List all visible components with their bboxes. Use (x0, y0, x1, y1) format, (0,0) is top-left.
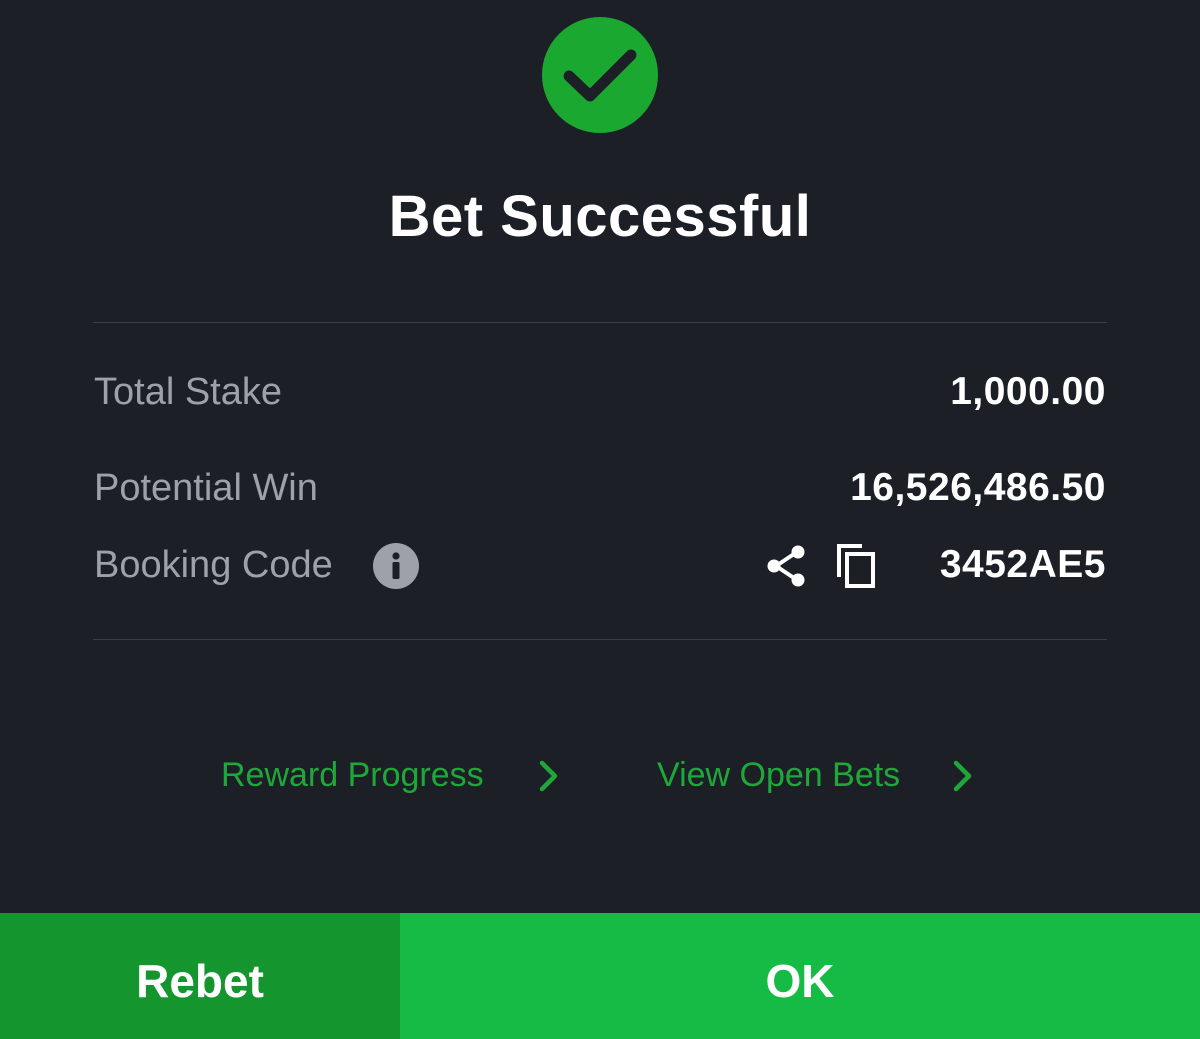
copy-icon[interactable] (834, 541, 880, 591)
reward-progress-label: Reward Progress (221, 756, 484, 794)
chevron-right-icon (953, 760, 972, 792)
total-stake-value: 1,000.00 (950, 370, 1106, 413)
potential-win-label: Potential Win (94, 467, 318, 509)
chevron-right-icon (539, 760, 558, 792)
top-divider (93, 322, 1107, 323)
view-open-bets-link[interactable]: View Open Bets (657, 750, 987, 800)
view-open-bets-label: View Open Bets (657, 756, 901, 794)
booking-code-value[interactable]: 3452AE5 (940, 543, 1106, 587)
rebet-button[interactable]: Rebet (0, 913, 400, 1039)
dialog-title: Bet Successful (388, 184, 812, 249)
bottom-divider (93, 639, 1107, 640)
checkmark-circle-icon (542, 17, 658, 133)
share-icon[interactable] (764, 543, 810, 589)
ok-button[interactable]: OK (400, 913, 1200, 1039)
bet-success-dialog: Bet Successful Total Stake 1,000.00 Pote… (0, 0, 1200, 1039)
info-icon[interactable] (373, 543, 419, 589)
potential-win-value: 16,526,486.50 (850, 466, 1106, 509)
reward-progress-link[interactable]: Reward Progress (221, 750, 566, 800)
booking-code-label: Booking Code (94, 544, 333, 586)
total-stake-label: Total Stake (94, 371, 282, 413)
